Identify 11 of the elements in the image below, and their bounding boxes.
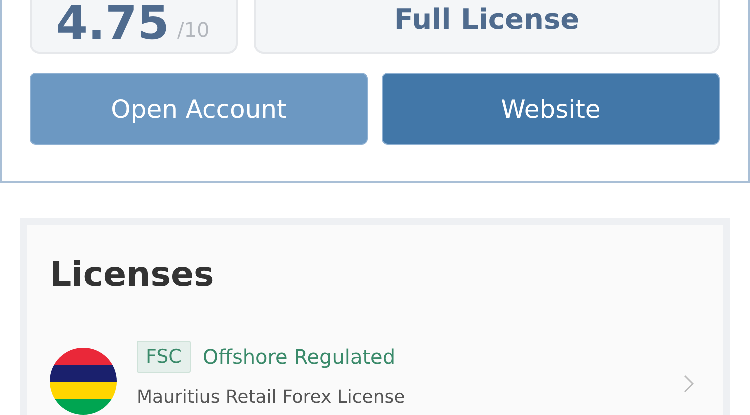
regulation-status: Offshore Regulated bbox=[202, 345, 396, 369]
open-account-button[interactable]: Open Account bbox=[30, 73, 368, 145]
chevron-icon[interactable] bbox=[683, 374, 695, 394]
flag-icon bbox=[50, 348, 117, 415]
license-name: Mauritius Retail Forex License bbox=[137, 387, 406, 408]
regulator-badge: FSC bbox=[137, 341, 191, 373]
score-value: 4.75 bbox=[56, 0, 170, 46]
license-status: Full License bbox=[394, 6, 580, 34]
website-button[interactable]: Website bbox=[382, 73, 720, 145]
score-scale: /10 bbox=[178, 18, 210, 42]
section-title: Licenses bbox=[50, 255, 216, 295]
